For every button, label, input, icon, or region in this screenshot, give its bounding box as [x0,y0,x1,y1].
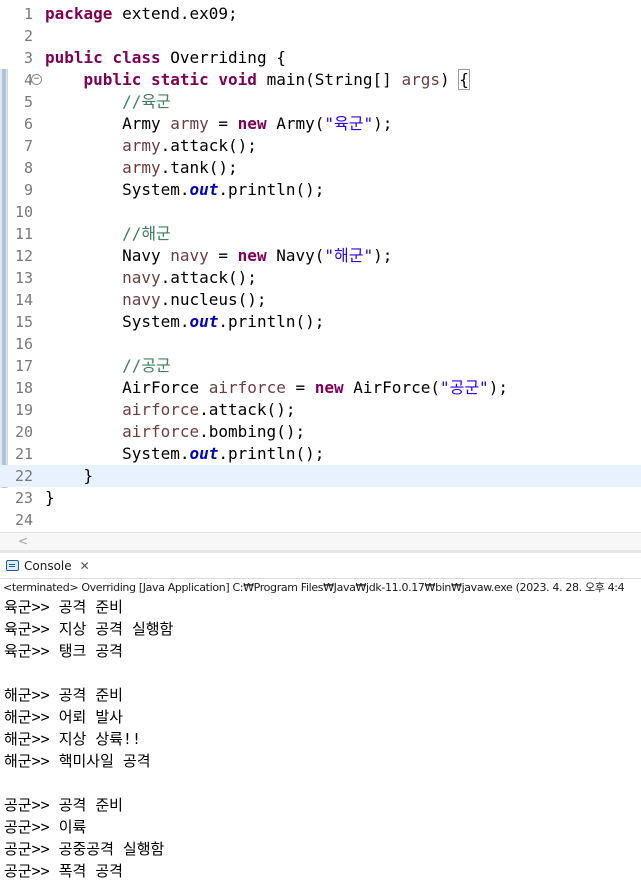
code-text: public static void main(String[] args) { [83,69,470,90]
line-number: 2 [23,27,33,45]
line-number: 3 [23,49,33,67]
code-text: army.attack(); [122,136,257,155]
code-line[interactable]: 24 [0,509,641,531]
line-number: 17 [14,357,33,375]
line-number: 5 [23,93,33,111]
line-number: 23 [14,489,33,507]
code-text: System.out.println(); [122,180,325,199]
code-line[interactable]: 6 Army army = new Army("육군"); [0,113,641,135]
console-output-line: 공군>> 폭격 공격 [4,862,123,880]
code-text: //육군 [122,92,171,111]
code-text: navy.nucleus(); [122,290,267,309]
code-text: } [83,466,94,485]
code-line[interactable]: 11 //해군 [0,223,641,245]
console-output-line: 해군>> 지상 상륙!! [4,730,141,748]
code-line[interactable]: 13 navy.attack(); [0,267,641,289]
code-text: System.out.println(); [122,312,325,331]
code-text: //해군 [122,224,171,243]
line-number: 6 [23,115,33,133]
line-number: 22 [14,467,33,485]
code-text: //공군 [122,356,171,375]
line-number: 1 [23,5,33,23]
code-text: Navy navy = new Navy("해군"); [122,246,393,265]
console-output-line: 육군>> 지상 공격 실행함 [4,620,174,638]
console-output-line: 공군>> 이륙 [4,818,87,836]
line-number: 13 [14,269,33,287]
collapse-fold-icon[interactable]: − [31,74,42,85]
line-number: 21 [14,445,33,463]
line-number: 4 [23,71,33,89]
code-text: } [45,488,55,507]
current-code-line[interactable]: 22 } [0,465,641,487]
console-output-line: 공군>> 공격 준비 [4,796,123,814]
line-number: 7 [23,137,33,155]
close-icon[interactable]: ✕ [80,559,90,573]
code-line[interactable]: 5 //육군 [0,91,641,113]
code-text: navy.attack(); [122,268,257,287]
horizontal-scrollbar[interactable]: < [0,532,641,551]
code-line[interactable]: 1 package extend.ex09; [0,3,641,25]
console-output-line: 해군>> 핵미사일 공격 [4,752,151,770]
code-line[interactable]: 7 army.attack(); [0,135,641,157]
console-tab-bar: Console ✕ [0,553,641,579]
code-line[interactable]: 14 navy.nucleus(); [0,289,641,311]
line-number: 10 [14,203,33,221]
code-text: army.tank(); [122,158,238,177]
line-number: 24 [14,511,33,529]
console-output-line: 해군>> 공격 준비 [4,686,123,704]
code-line[interactable]: 2 [0,25,641,47]
tab-console-label: Console [24,558,72,573]
tab-console[interactable]: Console ✕ [0,553,96,578]
code-text: AirForce airforce = new AirForce("공군"); [122,378,508,397]
code-editor[interactable]: 1 package extend.ex09; 2 3 public class … [0,0,641,536]
line-number: 20 [14,423,33,441]
scroll-left-arrow-icon[interactable]: < [18,534,28,548]
line-number: 8 [23,159,33,177]
code-text: Army army = new Army("육군"); [122,114,393,133]
code-line[interactable]: 20 airforce.bombing(); [0,421,641,443]
line-number: 9 [23,181,33,199]
code-text: package extend.ex09; [45,4,238,23]
line-number: 14 [14,291,33,309]
code-line[interactable]: 16 [0,333,641,355]
code-line[interactable]: 3 public class Overriding { [0,47,641,69]
line-number: 16 [14,335,33,353]
code-text: airforce.attack(); [122,400,296,419]
console-output-line: 해군>> 어뢰 발사 [4,708,123,726]
console-process-status: <terminated> Overriding [Java Applicatio… [3,581,625,594]
code-line[interactable]: 12 Navy navy = new Navy("해군"); [0,245,641,267]
code-line[interactable]: 17 //공군 [0,355,641,377]
line-number: 15 [14,313,33,331]
code-line[interactable]: 8 army.tank(); [0,157,641,179]
console-output-line: 공군>> 공중공격 실행함 [4,840,165,858]
console-output[interactable]: 육군>> 공격 준비 육군>> 지상 공격 실행함 육군>> 탱크 공격 해군>… [0,596,641,889]
code-line[interactable]: 18 AirForce airforce = new AirForce("공군"… [0,377,641,399]
code-line[interactable]: 23 } [0,487,641,509]
console-icon [6,560,19,571]
line-number: 11 [14,225,33,243]
code-line[interactable]: 4 − public static void main(String[] arg… [0,69,641,91]
code-line[interactable]: 10 [0,201,641,223]
console-output-line: 육군>> 탱크 공격 [4,642,123,660]
console-output-line: 육군>> 공격 준비 [4,598,123,616]
code-text: airforce.bombing(); [122,422,306,441]
code-text: System.out.println(); [122,444,325,463]
line-number: 18 [14,379,33,397]
matching-bracket-highlight: { [458,69,470,90]
code-line[interactable]: 15 System.out.println(); [0,311,641,333]
line-number: 19 [14,401,33,419]
code-line[interactable]: 19 airforce.attack(); [0,399,641,421]
code-text: public class Overriding { [45,48,286,67]
line-number: 12 [14,247,33,265]
code-line[interactable]: 9 System.out.println(); [0,179,641,201]
code-line[interactable]: 21 System.out.println(); [0,443,641,465]
